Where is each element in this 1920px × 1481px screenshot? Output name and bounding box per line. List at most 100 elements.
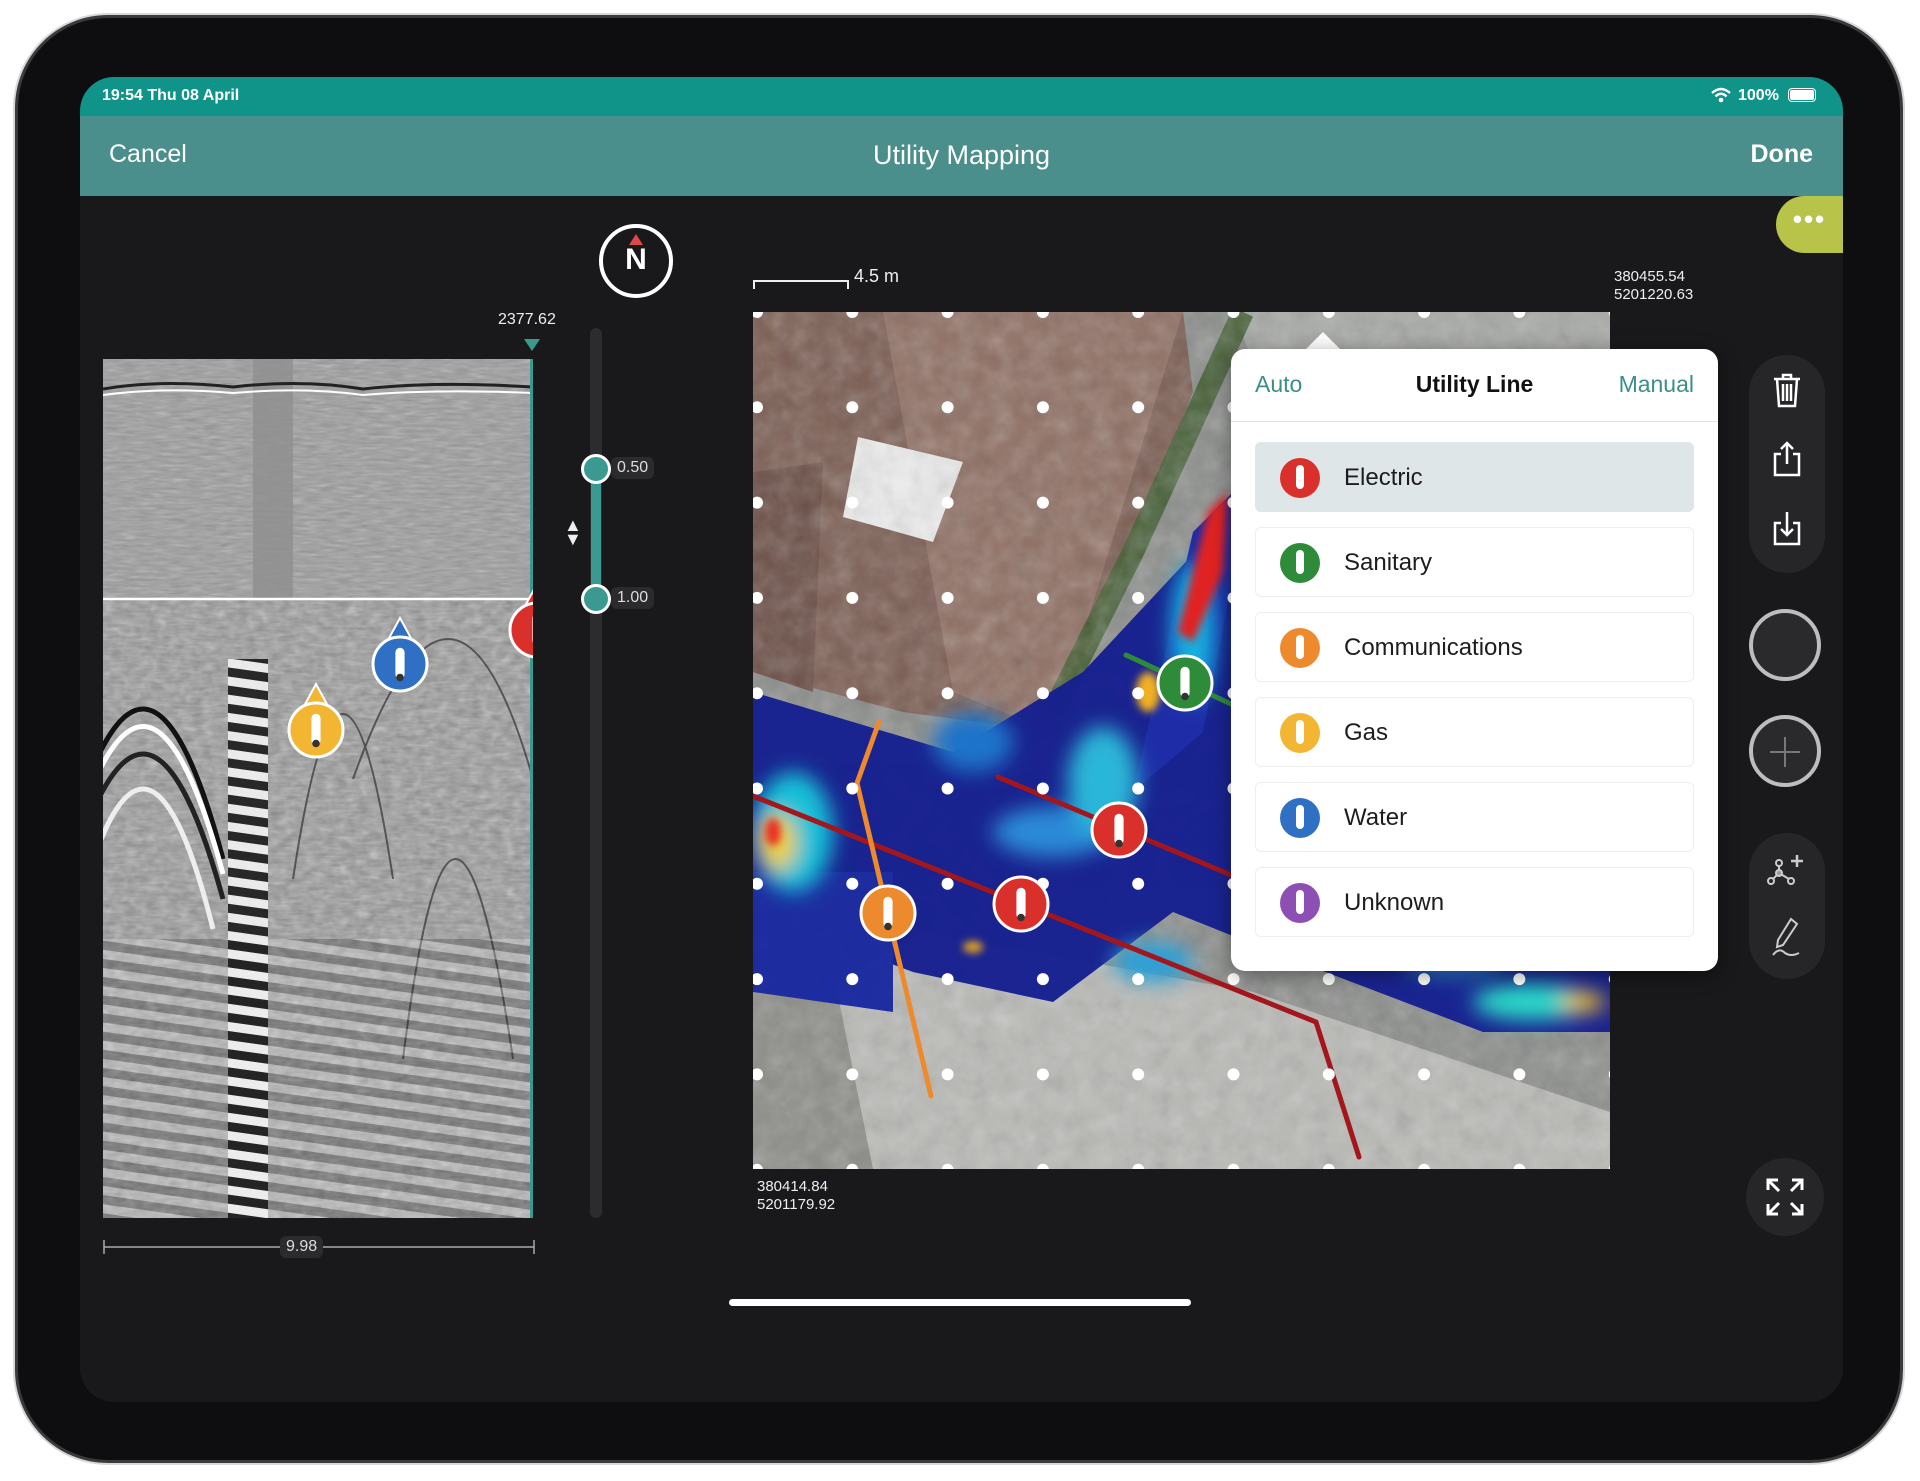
status-bar: 19:54 Thu 08 April 100% <box>80 77 1843 116</box>
expand-icon <box>1766 1178 1804 1216</box>
grid-point <box>1132 782 1145 795</box>
compass-label: N <box>625 243 647 276</box>
map-top-right-coordinates: 380455.54 5201220.63 <box>1614 268 1693 304</box>
depth-slider-range <box>591 469 601 600</box>
grid-point <box>1036 496 1049 509</box>
depth-slider-bottom-handle[interactable] <box>581 584 611 614</box>
radargram-width-label: 9.98 <box>280 1236 324 1258</box>
add-point-button[interactable] <box>1749 715 1821 787</box>
more-options-button[interactable]: ••• <box>1776 196 1843 253</box>
coord-x: 380414.84 <box>757 1178 828 1195</box>
radargram-position-label: 2377.62 <box>498 311 556 328</box>
grid-point <box>941 1068 954 1081</box>
grid-point <box>846 973 859 986</box>
grid-point <box>846 782 859 795</box>
depth-bottom-value: 1.00 <box>611 587 655 609</box>
depth-top-value: 0.50 <box>611 457 655 479</box>
utility-item-sanitary[interactable]: Sanitary <box>1255 527 1694 597</box>
grid-point <box>846 877 859 890</box>
grid-point <box>1132 687 1145 700</box>
grid-point <box>1513 973 1526 986</box>
utility-item-label: Sanitary <box>1344 549 1433 576</box>
utility-item-electric[interactable]: Electric <box>1255 442 1694 512</box>
utility-item-label: Electric <box>1344 464 1423 491</box>
swap-depth-icon[interactable]: ▲ ▼ <box>564 516 582 548</box>
utility-item-label: Communications <box>1344 634 1523 661</box>
grid-point <box>846 401 859 414</box>
grid-point <box>1132 973 1145 986</box>
grid-point <box>1227 973 1240 986</box>
depth-slider-top-handle[interactable] <box>581 454 611 484</box>
battery-percent: 100% <box>1738 87 1779 104</box>
map-scale-label: 4.5 m <box>854 266 900 286</box>
sanitary-marker[interactable] <box>1156 654 1214 712</box>
home-indicator <box>729 1299 1191 1306</box>
grid-point <box>1132 591 1145 604</box>
grid-point <box>1227 1068 1240 1081</box>
download-icon[interactable] <box>1771 509 1803 547</box>
grid-point <box>1036 591 1049 604</box>
coord-x: 380455.54 <box>1614 268 1685 285</box>
popover-arrow <box>1305 332 1341 350</box>
grid-point <box>1418 1068 1431 1081</box>
utility-pipe-icon <box>1280 713 1320 753</box>
grid-point <box>1322 1068 1335 1081</box>
grid-point <box>941 591 954 604</box>
utility-item-label: Water <box>1344 804 1408 831</box>
nav-bar: Cancel Utility Mapping Done <box>80 116 1843 196</box>
app-screen: 19:54 Thu 08 April 100% Cancel Utility M… <box>80 77 1843 1402</box>
utility-item-label: Gas <box>1344 719 1389 746</box>
utility-line-popover: Auto Utility Line Manual Electric Sanitar… <box>1231 349 1718 971</box>
radargram-view[interactable] <box>103 359 533 1218</box>
tab-manual[interactable]: Manual <box>1619 371 1694 398</box>
grid-point <box>846 591 859 604</box>
utility-item-label: Unknown <box>1344 889 1445 916</box>
expand-button[interactable] <box>1746 1158 1824 1236</box>
radargram-image <box>103 359 533 1218</box>
utility-item-water[interactable]: Water <box>1255 782 1694 852</box>
draw-pen-icon[interactable] <box>1769 915 1805 959</box>
tab-auto[interactable]: Auto <box>1255 371 1302 398</box>
trash-icon[interactable] <box>1771 371 1803 409</box>
edit-tools-group <box>1749 833 1825 979</box>
grid-point <box>941 496 954 509</box>
map-bottom-left-coordinates: 380414.84 5201179.92 <box>757 1178 835 1214</box>
grid-point <box>1132 401 1145 414</box>
utility-item-gas[interactable]: Gas <box>1255 697 1694 767</box>
grid-point <box>1132 496 1145 509</box>
file-actions-group <box>1749 355 1825 573</box>
grid-point <box>1036 687 1049 700</box>
utility-pipe-icon <box>1280 628 1320 668</box>
divider <box>1231 421 1718 422</box>
page-title: Utility Mapping <box>872 140 1051 170</box>
grid-point <box>941 973 954 986</box>
grid-point <box>941 782 954 795</box>
communications-marker[interactable] <box>859 884 917 942</box>
battery-icon <box>1788 88 1816 102</box>
utility-pipe-icon <box>1280 543 1320 583</box>
grid-point <box>1036 782 1049 795</box>
record-button[interactable] <box>1749 609 1821 681</box>
cancel-button[interactable]: Cancel <box>109 140 187 169</box>
electric-marker[interactable] <box>992 875 1050 933</box>
status-time: 19:54 Thu 08 April <box>102 87 240 104</box>
grid-point <box>846 1068 859 1081</box>
grid-point <box>941 687 954 700</box>
coord-y: 5201220.63 <box>1614 286 1694 303</box>
grid-point <box>941 401 954 414</box>
utility-item-unknown[interactable]: Unknown <box>1255 867 1694 937</box>
share-icon[interactable] <box>1771 440 1803 478</box>
grid-point <box>1513 1068 1526 1081</box>
electric-marker[interactable] <box>1090 801 1148 859</box>
grid-point <box>1418 973 1431 986</box>
grid-point <box>1322 973 1335 986</box>
grid-point <box>941 877 954 890</box>
network-add-icon[interactable] <box>1765 851 1809 891</box>
utility-item-communications[interactable]: Communications <box>1255 612 1694 682</box>
grid-point <box>846 687 859 700</box>
done-button[interactable]: Done <box>1751 140 1814 169</box>
grid-point <box>1036 1068 1049 1081</box>
position-indicator-icon <box>524 339 540 351</box>
map-scale-bar <box>753 280 849 289</box>
compass-button[interactable]: N <box>599 224 673 298</box>
